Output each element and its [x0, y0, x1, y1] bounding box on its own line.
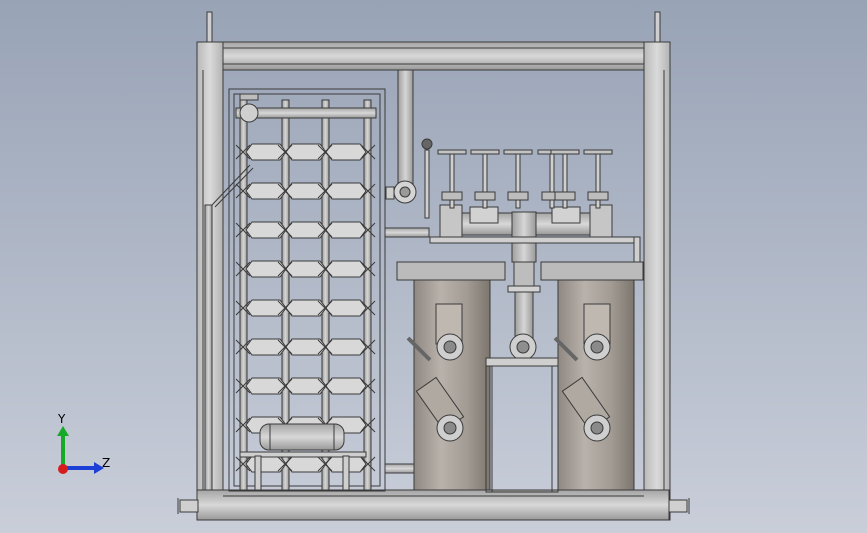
handwheel: [550, 149, 580, 209]
rack-unit: [325, 221, 367, 239]
y-axis-head: [57, 426, 69, 436]
rack-unit: [325, 143, 367, 161]
coordinate-triad: Y Z: [52, 412, 122, 482]
left-receiver-tank: [239, 423, 367, 491]
equipment-skid-model[interactable]: [0, 0, 867, 533]
cad-viewport[interactable]: Y Z: [0, 0, 867, 533]
vessel-left: [396, 261, 506, 491]
rack-unit-grid: [235, 143, 376, 473]
vessel-right: [540, 261, 644, 491]
rack-unit: [325, 377, 367, 395]
center-support-frame: [485, 357, 559, 493]
rack-unit: [325, 260, 367, 278]
y-axis-label: Y: [58, 412, 66, 426]
handwheel: [583, 149, 613, 209]
handwheel: [437, 149, 467, 209]
handwheel: [503, 149, 533, 209]
valve-handwheels: [437, 149, 613, 209]
rack-unit: [325, 338, 367, 356]
z-axis-label: Z: [102, 456, 111, 470]
handwheel: [470, 149, 500, 209]
rack-unit: [325, 299, 367, 317]
rack-unit: [325, 182, 367, 200]
x-axis-dot: [58, 464, 68, 474]
